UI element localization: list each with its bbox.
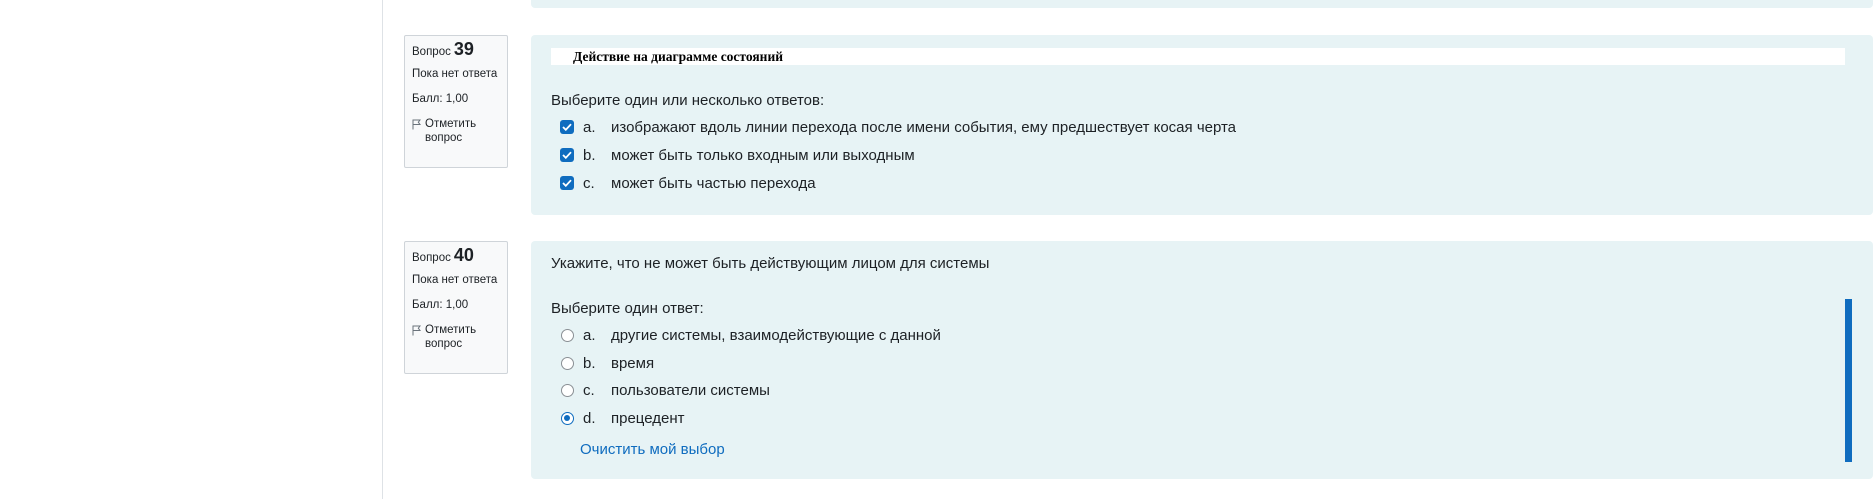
scrollbar-thumb[interactable] — [1845, 299, 1852, 462]
page-divider — [382, 0, 383, 499]
question-grade: Балл: 1,00 — [412, 93, 469, 105]
question-39-info: Вопрос 39 Пока нет ответа Балл: 1,00 Отм… — [404, 35, 508, 168]
question-text: Действие на диаграмме состояний — [551, 48, 1845, 65]
radio-button[interactable] — [559, 382, 575, 398]
check-icon — [562, 151, 572, 159]
answer-option-a[interactable]: a. другие системы, взаимодействующие с д… — [559, 325, 941, 345]
question-40-content: Укажите, что не может быть действующим л… — [531, 241, 1873, 479]
option-letter: b. — [583, 354, 596, 372]
option-letter: c. — [583, 174, 595, 192]
question-state: Пока нет ответа — [412, 68, 498, 80]
flag-icon — [412, 119, 421, 130]
clear-choice-link[interactable]: Очистить мой выбор — [580, 441, 725, 458]
question-number: Вопрос 39 — [412, 39, 474, 59]
option-letter: a. — [583, 118, 596, 136]
checkbox-checked[interactable] — [559, 119, 575, 135]
option-label: время — [611, 354, 655, 372]
question-39-content: Действие на диаграмме состояний Выберите… — [531, 35, 1873, 215]
checkbox-checked[interactable] — [559, 175, 575, 191]
option-label: изображают вдоль линии перехода после им… — [611, 118, 1237, 136]
option-label: может быть частью перехода — [611, 174, 816, 192]
question-text: Укажите, что не может быть действующим л… — [551, 255, 990, 272]
check-icon — [562, 179, 572, 187]
answer-option-b[interactable]: b. может быть только входным или выходны… — [559, 145, 915, 165]
option-label: другие системы, взаимодействующие с данн… — [611, 326, 941, 344]
radio-button[interactable] — [559, 355, 575, 371]
option-letter: a. — [583, 326, 596, 344]
answer-option-c[interactable]: c. пользователи системы — [559, 380, 770, 400]
option-label: пользователи системы — [611, 381, 770, 399]
question-40-info: Вопрос 40 Пока нет ответа Балл: 1,00 Отм… — [404, 241, 508, 374]
answer-option-d[interactable]: d. прецедент — [559, 408, 685, 428]
radio-button-selected[interactable] — [559, 410, 575, 426]
option-letter: b. — [583, 146, 596, 164]
flag-icon — [412, 325, 421, 336]
question-state: Пока нет ответа — [412, 274, 498, 286]
checkbox-checked[interactable] — [559, 147, 575, 163]
question-number: Вопрос 40 — [412, 245, 474, 265]
answer-option-a[interactable]: a. изображают вдоль линии перехода после… — [559, 117, 1236, 137]
flag-question-link[interactable]: Отметить вопрос — [412, 323, 500, 351]
option-letter: c. — [583, 381, 595, 399]
radio-button[interactable] — [559, 327, 575, 343]
option-label: может быть только входным или выходным — [611, 146, 915, 164]
option-letter: d. — [583, 409, 596, 427]
check-icon — [562, 123, 572, 131]
option-label: прецедент — [611, 409, 685, 427]
previous-question-box — [531, 0, 1873, 8]
flag-question-link[interactable]: Отметить вопрос — [412, 117, 500, 145]
answer-prompt: Выберите один или несколько ответов: — [551, 92, 825, 109]
answer-option-c[interactable]: c. может быть частью перехода — [559, 173, 816, 193]
answer-option-b[interactable]: b. время — [559, 353, 654, 373]
answer-prompt: Выберите один ответ: — [551, 300, 704, 317]
question-grade: Балл: 1,00 — [412, 299, 469, 311]
